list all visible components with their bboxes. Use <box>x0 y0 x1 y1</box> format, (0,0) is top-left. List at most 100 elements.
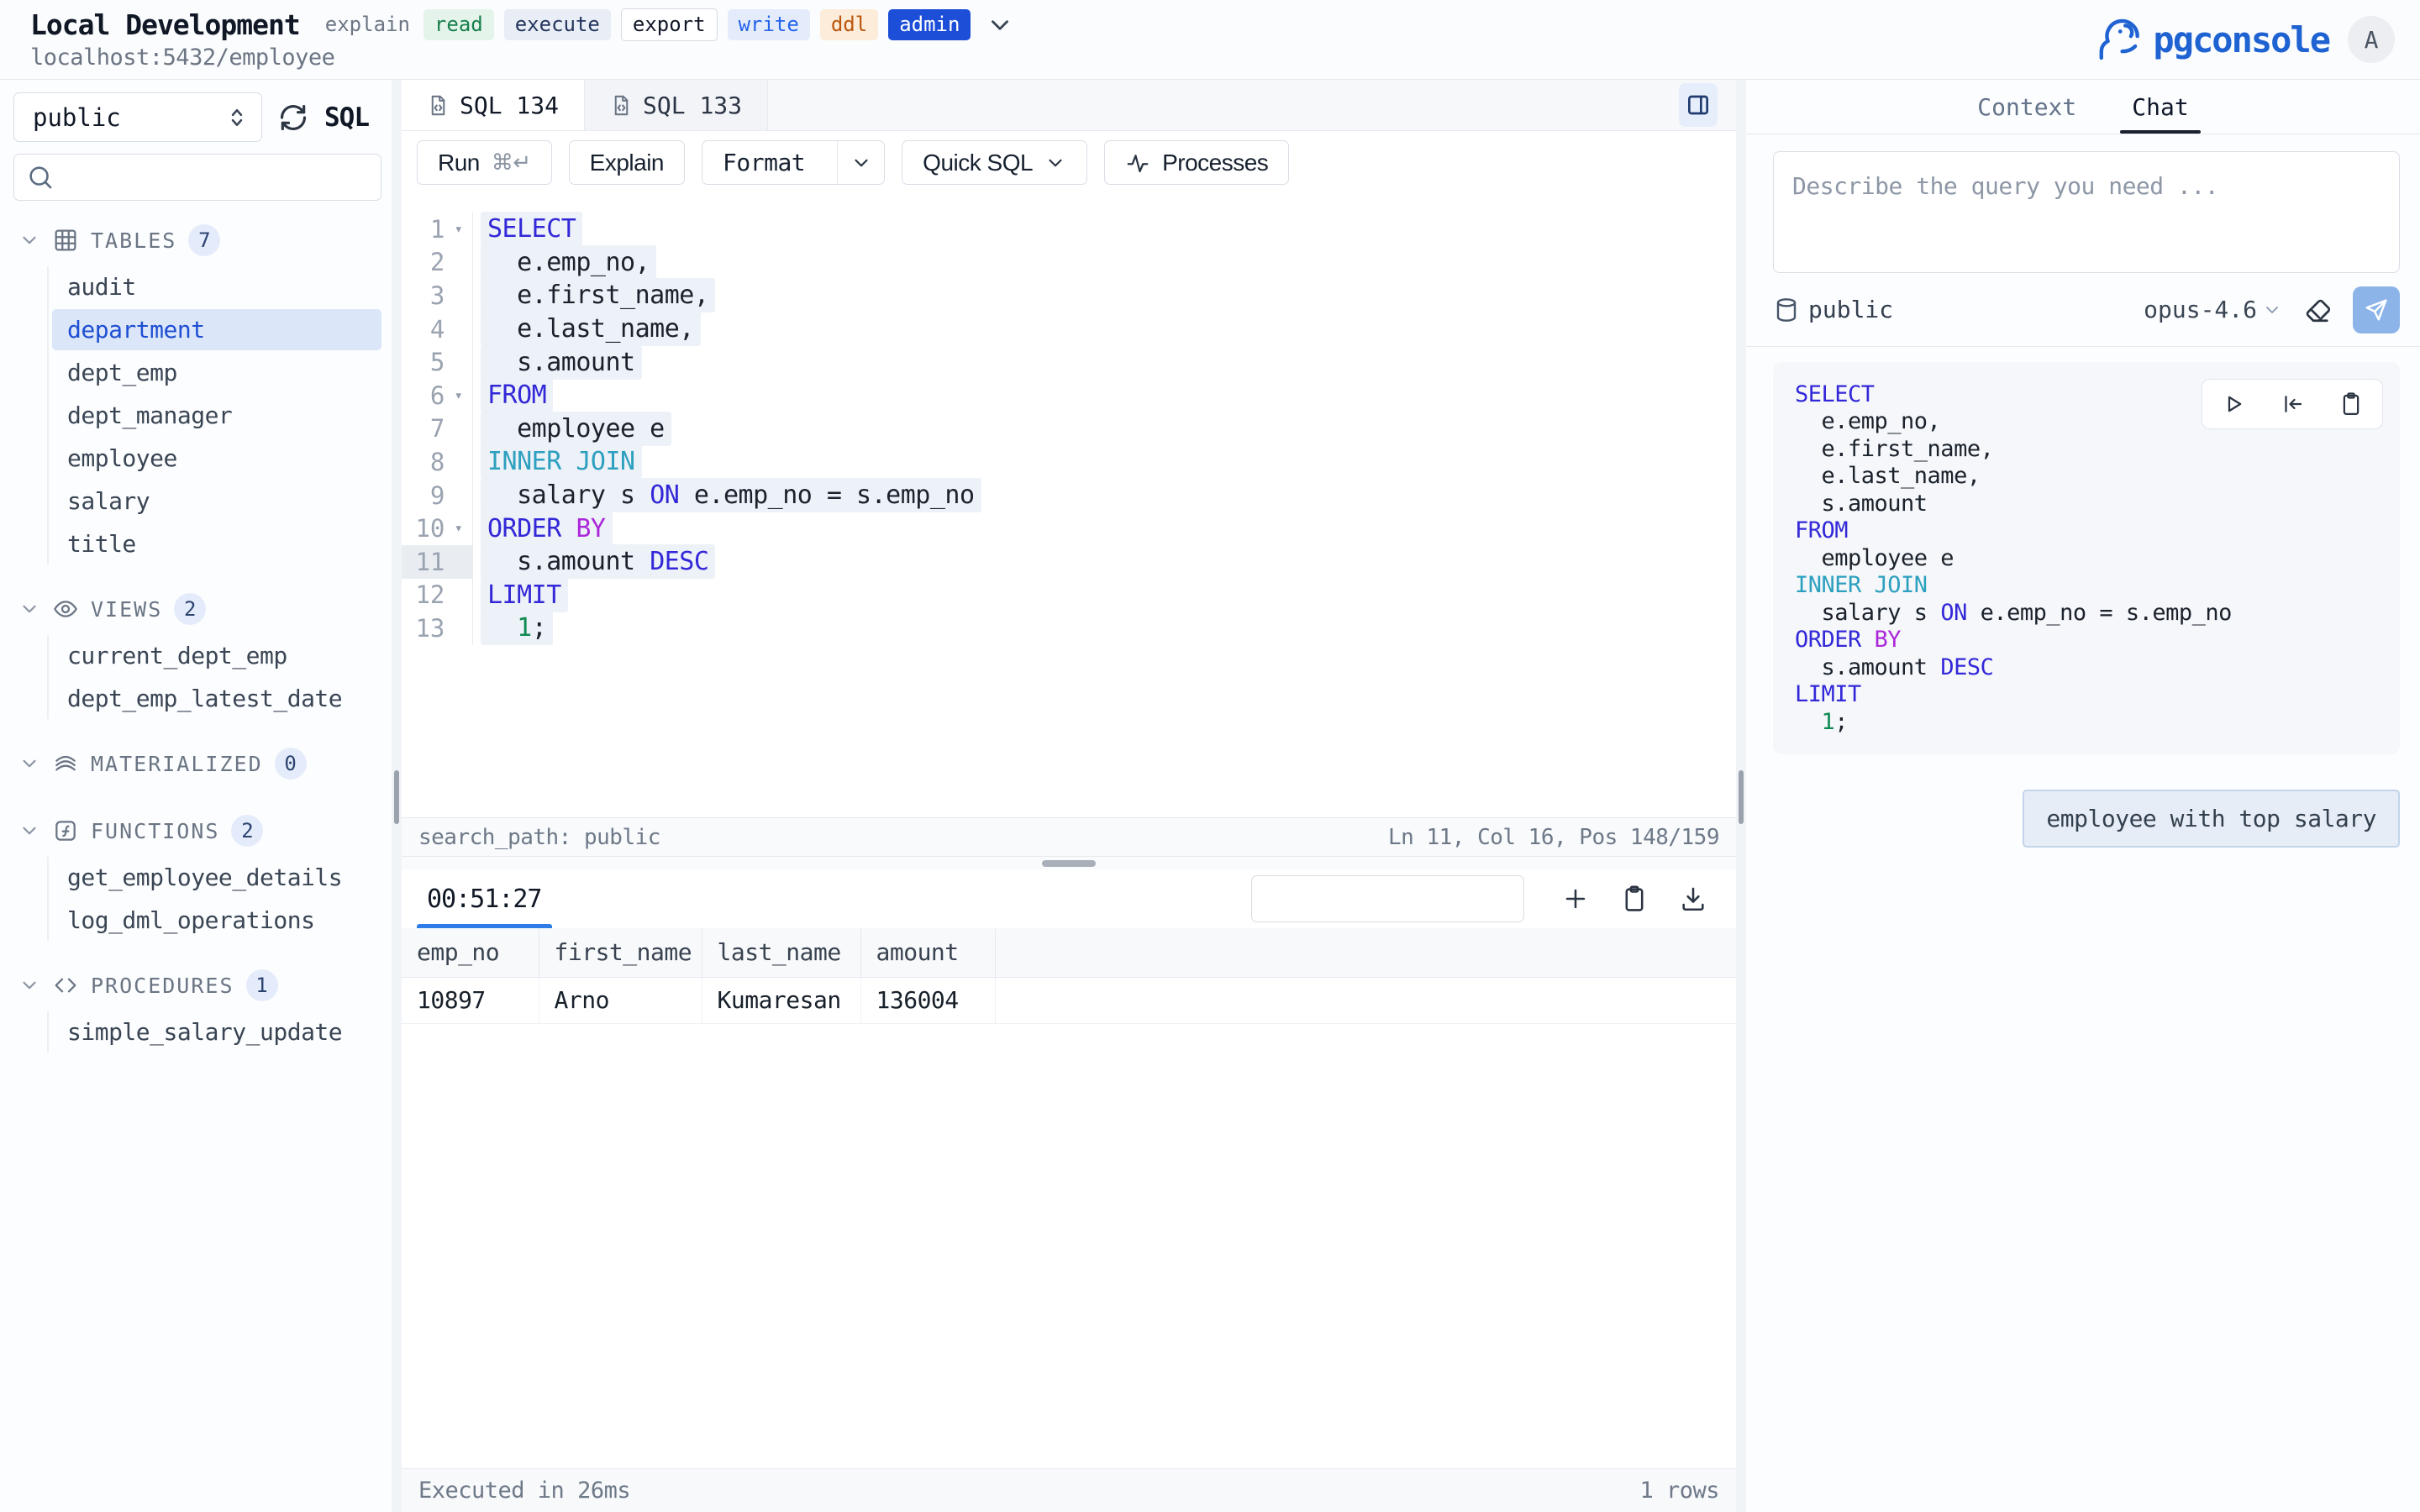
editor-toolbar: Run ⌘↵ Explain Format Quick SQL <box>402 131 1736 194</box>
permission-badge-write[interactable]: write <box>728 9 810 41</box>
format-chevron-down-icon[interactable] <box>837 141 884 184</box>
permission-badge-execute[interactable]: execute <box>504 9 611 41</box>
chat-resize-handle[interactable] <box>1739 770 1744 824</box>
run-snippet-button[interactable] <box>2221 391 2246 417</box>
sidebar-section-items: auditdepartmentdept_empdept_manageremplo… <box>47 266 381 564</box>
results-tab[interactable]: 00:51:27 <box>417 869 552 928</box>
permission-badge-admin[interactable]: admin <box>888 9 971 41</box>
sidebar-item-audit[interactable]: audit <box>52 266 381 307</box>
editor-gutter: 12 <box>402 579 473 612</box>
sidebar-item-log_dml_operations[interactable]: log_dml_operations <box>52 900 381 941</box>
editor-statusbar: search_path: public Ln 11, Col 16, Pos 1… <box>402 817 1736 857</box>
permission-badges: explain read execute export write ddl admin <box>322 8 971 42</box>
explain-button[interactable]: Explain <box>569 140 685 185</box>
database-icon <box>1773 297 1800 323</box>
sidebar-section-header-views[interactable]: VIEWS2 <box>13 586 381 632</box>
tab-context[interactable]: Context <box>1962 80 2091 134</box>
tab-chat[interactable]: Chat <box>2117 80 2203 134</box>
chat-input-toolbar: public opus-4.6 <box>1746 273 2420 347</box>
sidebar-item-simple_salary_update[interactable]: simple_salary_update <box>52 1011 381 1053</box>
sidebar-resize-handle[interactable] <box>394 770 399 824</box>
sidebar-item-dept_emp_latest_date[interactable]: dept_emp_latest_date <box>52 678 381 719</box>
copy-results-button[interactable] <box>1620 885 1649 913</box>
sql-token: FROM <box>487 381 546 410</box>
connection-chevron-down-icon[interactable] <box>986 11 1014 39</box>
chevron-down-icon <box>18 598 40 620</box>
results-resize-handle[interactable] <box>1042 860 1096 867</box>
column-header-last_name[interactable]: last_name <box>702 928 860 977</box>
sidebar-item-current_dept_emp[interactable]: current_dept_emp <box>52 635 381 676</box>
assistant-code-line: 1; <box>1795 708 2378 736</box>
explain-label: Explain <box>590 150 664 176</box>
sidebar-item-title[interactable]: title <box>52 523 381 564</box>
sidebar-section-items: get_employee_detailslog_dml_operations <box>47 857 381 941</box>
context-schema-chip[interactable]: public <box>1773 296 1893 323</box>
sidebar-item-employee[interactable]: employee <box>52 438 381 479</box>
line-number: 12 <box>402 580 445 609</box>
refresh-icon <box>277 102 309 134</box>
sidebar-section-header-procedures[interactable]: PROCEDURES1 <box>13 963 381 1008</box>
download-results-button[interactable] <box>1679 885 1707 913</box>
run-button[interactable]: Run ⌘↵ <box>417 140 552 185</box>
fold-marker-icon[interactable]: ▾ <box>445 520 472 537</box>
sidebar-section-header-materialized[interactable]: MATERIALIZED0 <box>13 741 381 786</box>
column-header-amount[interactable]: amount <box>860 928 995 977</box>
permission-badge-export[interactable]: export <box>621 8 718 42</box>
chat-prompt-input[interactable] <box>1773 151 2400 273</box>
sql-editor[interactable]: 1▾SELECT2 e.emp_no,3 e.first_name,4 e.la… <box>402 194 1736 817</box>
model-select[interactable]: opus-4.6 <box>2144 296 2282 323</box>
sidebar-item-dept_emp[interactable]: dept_emp <box>52 352 381 393</box>
sidebar: public SQL TABLES7auditdepartmentdept_em… <box>0 80 392 1512</box>
column-header-first_name[interactable]: first_name <box>539 928 702 977</box>
code-actions-toolbar <box>2202 379 2383 429</box>
toggle-side-panel-button[interactable] <box>1679 83 1718 127</box>
eye-icon <box>52 596 79 622</box>
sidebar-section-header-functions[interactable]: FUNCTIONS2 <box>13 808 381 853</box>
sidebar-section-label: FUNCTIONS <box>91 819 219 843</box>
model-label: opus-4.6 <box>2144 296 2257 323</box>
fold-marker-icon[interactable]: ▾ <box>445 387 472 404</box>
refresh-schema-button[interactable] <box>277 102 309 134</box>
copy-snippet-button[interactable] <box>2338 391 2364 417</box>
results-toolbar: 00:51:27 <box>402 869 1736 928</box>
column-header-filler <box>995 928 1736 977</box>
results-search-input[interactable] <box>1269 886 1552 911</box>
clear-chat-button[interactable] <box>2302 295 2333 325</box>
sidebar-search-input[interactable] <box>63 165 369 191</box>
search-icon <box>26 163 55 192</box>
sql-token: INNER JOIN <box>487 447 635 476</box>
tab-sql-133[interactable]: SQL 133 <box>585 80 768 130</box>
sidebar-section-label: MATERIALIZED <box>91 752 263 776</box>
sidebar-section-header-tables[interactable]: TABLES7 <box>13 218 381 263</box>
editor-line-4: 4 e.last_name, <box>402 312 1736 346</box>
fold-marker-icon[interactable]: ▾ <box>445 221 472 238</box>
format-button[interactable]: Format <box>702 140 885 185</box>
sidebar-item-salary[interactable]: salary <box>52 480 381 522</box>
quick-sql-button[interactable]: Quick SQL <box>902 140 1087 185</box>
user-message-bubble: employee with top salary <box>2023 790 2400 848</box>
add-result-tab-button[interactable] <box>1561 885 1590 913</box>
eraser-icon <box>2302 295 2333 325</box>
column-header-emp_no[interactable]: emp_no <box>402 928 539 977</box>
run-label: Run <box>438 150 480 176</box>
send-button[interactable] <box>2353 286 2400 333</box>
permission-badge-ddl[interactable]: ddl <box>820 9 878 41</box>
sidebar-item-get_employee_details[interactable]: get_employee_details <box>52 857 381 898</box>
tab-sql-134[interactable]: SQL 134 <box>402 80 585 130</box>
assistant-code-line: e.first_name, <box>1795 435 2378 463</box>
schema-select[interactable]: public <box>13 92 262 142</box>
permission-badge-read[interactable]: read <box>424 9 494 41</box>
app-window: Local Development explainreadexecuteexpo… <box>0 0 2420 1512</box>
sidebar-item-dept_manager[interactable]: dept_manager <box>52 395 381 436</box>
permission-badge-explain[interactable]: explain <box>322 9 413 41</box>
assistant-code-line: ORDER BY <box>1795 627 2378 654</box>
selection-highlight: SELECT <box>481 212 582 246</box>
quick-sql-label: Quick SQL <box>923 150 1033 176</box>
selection-highlight: ORDER BY <box>481 512 613 546</box>
plus-icon <box>1561 885 1590 913</box>
insert-snippet-button[interactable] <box>2280 391 2305 417</box>
processes-button[interactable]: Processes <box>1104 140 1289 185</box>
sidebar-item-department[interactable]: department <box>52 309 381 350</box>
avatar[interactable]: A <box>2348 16 2395 63</box>
tab-label: SQL 133 <box>643 92 742 119</box>
